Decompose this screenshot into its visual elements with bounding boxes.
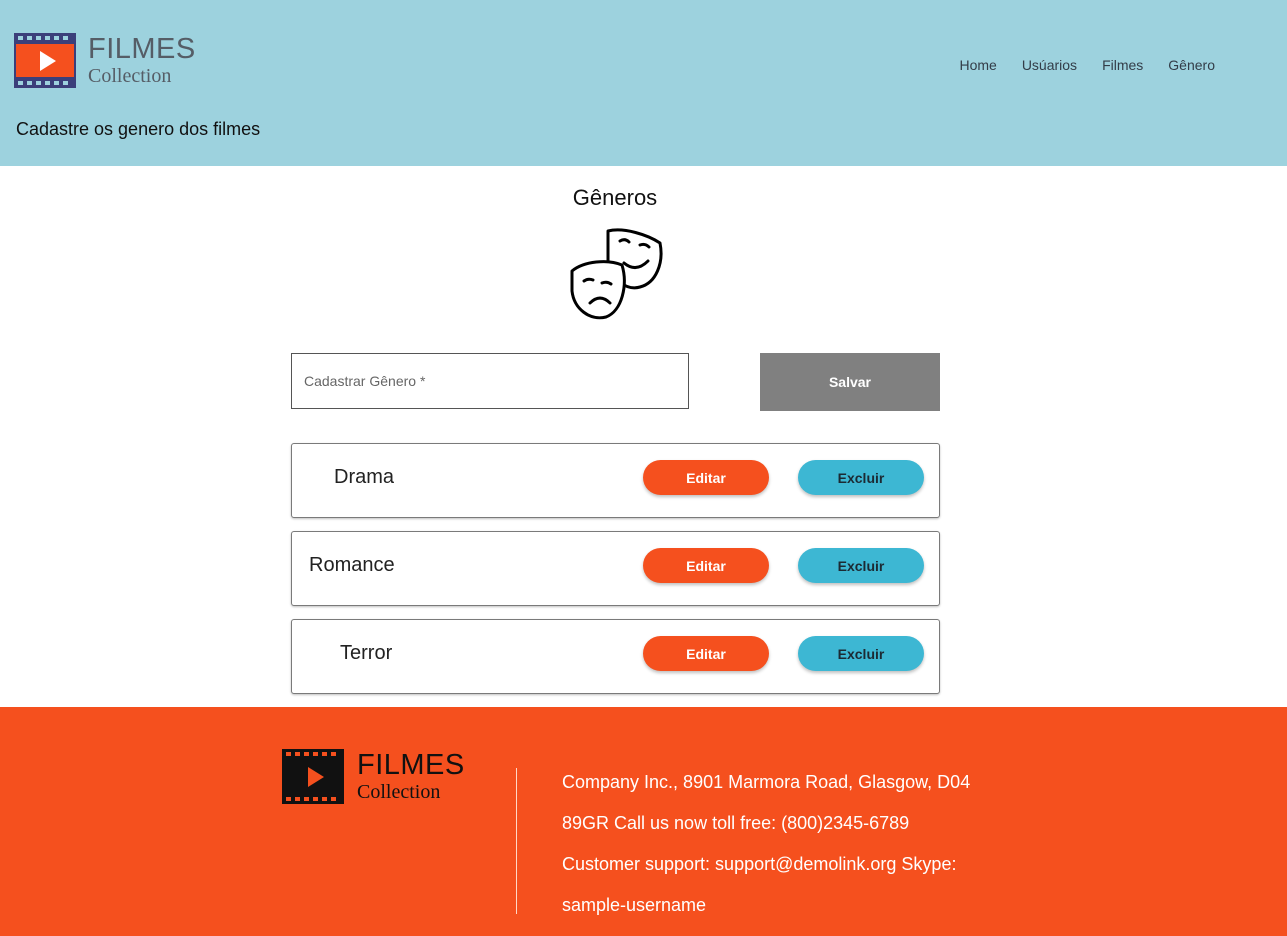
delete-button[interactable]: Excluir xyxy=(798,548,924,583)
genre-row: Terror Editar Excluir xyxy=(291,619,940,694)
footer-skype: sample-username xyxy=(562,895,707,915)
theater-masks-icon xyxy=(570,228,663,320)
footer-address: Company Inc., 8901 Marmora Road, Glasgow… xyxy=(562,772,971,792)
nav-filmes[interactable]: Filmes xyxy=(1102,57,1143,73)
footer-logo[interactable]: FILMES Collection xyxy=(282,749,502,809)
delete-button[interactable]: Excluir xyxy=(798,636,924,671)
genre-name: Romance xyxy=(309,554,395,576)
nav-genero[interactable]: Gênero xyxy=(1168,57,1215,73)
page-title: Gêneros xyxy=(572,185,658,210)
footer-support: Customer support: support@demolink.org S… xyxy=(562,854,957,874)
edit-button[interactable]: Editar xyxy=(643,636,769,671)
brand-title: FILMES xyxy=(88,33,196,65)
genre-input[interactable] xyxy=(292,354,688,408)
footer-divider xyxy=(516,768,517,914)
brand-logo[interactable]: FILMES Collection xyxy=(14,33,214,89)
main-nav: Home Usúarios Filmes Gênero xyxy=(934,57,1215,73)
header-subtitle: Cadastre os genero dos filmes xyxy=(16,119,261,139)
save-button[interactable]: Salvar xyxy=(760,353,940,411)
delete-button[interactable]: Excluir xyxy=(798,460,924,495)
genre-row: Drama Editar Excluir xyxy=(291,443,940,518)
footer-phone: 89GR Call us now toll free: (800)2345-67… xyxy=(562,813,910,833)
edit-button[interactable]: Editar xyxy=(643,548,769,583)
footer-brand-title: FILMES xyxy=(357,749,465,781)
genre-name: Terror xyxy=(340,642,393,664)
genre-input-field[interactable] xyxy=(291,353,689,409)
footer-brand-subtitle: Collection xyxy=(357,781,441,803)
nav-home[interactable]: Home xyxy=(959,57,996,73)
genre-row: Romance Editar Excluir xyxy=(291,531,940,606)
film-play-icon xyxy=(282,749,344,804)
header: FILMES Collection Home Usúarios Filmes G… xyxy=(0,0,1287,166)
footer: FILMES Collection Company Inc., 8901 Mar… xyxy=(0,707,1287,936)
film-play-icon xyxy=(14,33,76,88)
footer-contact-info: Company Inc., 8901 Marmora Road, Glasgow… xyxy=(562,762,992,926)
genre-name: Drama xyxy=(334,466,395,488)
edit-button[interactable]: Editar xyxy=(643,460,769,495)
brand-subtitle: Collection xyxy=(88,65,172,87)
nav-usuarios[interactable]: Usúarios xyxy=(1022,57,1077,73)
